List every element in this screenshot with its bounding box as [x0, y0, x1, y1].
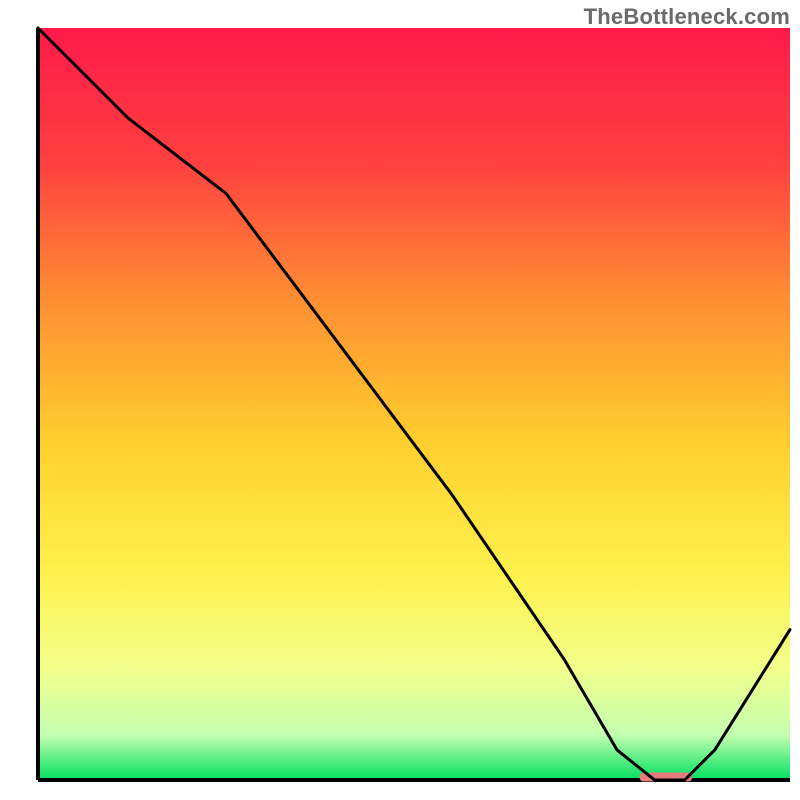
plot-background [38, 28, 790, 780]
bottleneck-chart [0, 0, 800, 800]
